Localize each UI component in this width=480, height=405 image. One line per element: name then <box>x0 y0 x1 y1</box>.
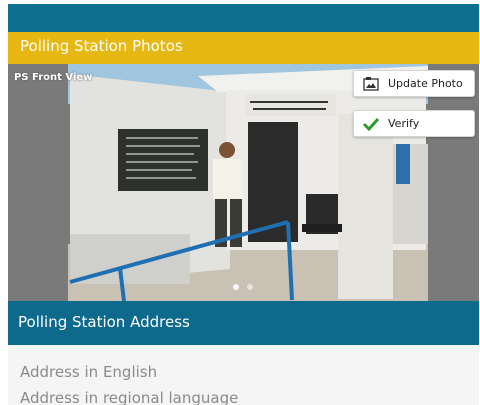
polling-station-photo[interactable]: PS Front View <box>8 64 479 301</box>
address-english-field[interactable]: Address in English <box>20 363 157 381</box>
photos-section-title: Polling Station Photos <box>20 37 183 55</box>
address-fields: Address in English Address in regional l… <box>8 345 479 405</box>
verify-button[interactable]: Verify <box>353 110 475 137</box>
photos-section-header: Polling Station Photos <box>8 32 479 64</box>
checkmark-icon <box>362 116 380 132</box>
carousel-dot[interactable] <box>247 284 253 290</box>
verify-label: Verify <box>388 117 420 130</box>
address-section-header: Polling Station Address <box>8 301 479 345</box>
carousel-indicator <box>233 284 253 290</box>
update-photo-label: Update Photo <box>388 77 463 90</box>
top-app-bar <box>8 4 479 32</box>
address-section-title: Polling Station Address <box>18 313 190 331</box>
photo-image <box>8 64 479 301</box>
address-regional-field[interactable]: Address in regional language <box>20 389 238 405</box>
carousel-dot[interactable] <box>233 284 239 290</box>
photo-caption: PS Front View <box>14 72 93 83</box>
update-photo-button[interactable]: Update Photo <box>353 70 475 97</box>
photo-icon <box>362 76 380 92</box>
app-screen: Polling Station Photos PS Front View Upd… <box>8 4 479 405</box>
